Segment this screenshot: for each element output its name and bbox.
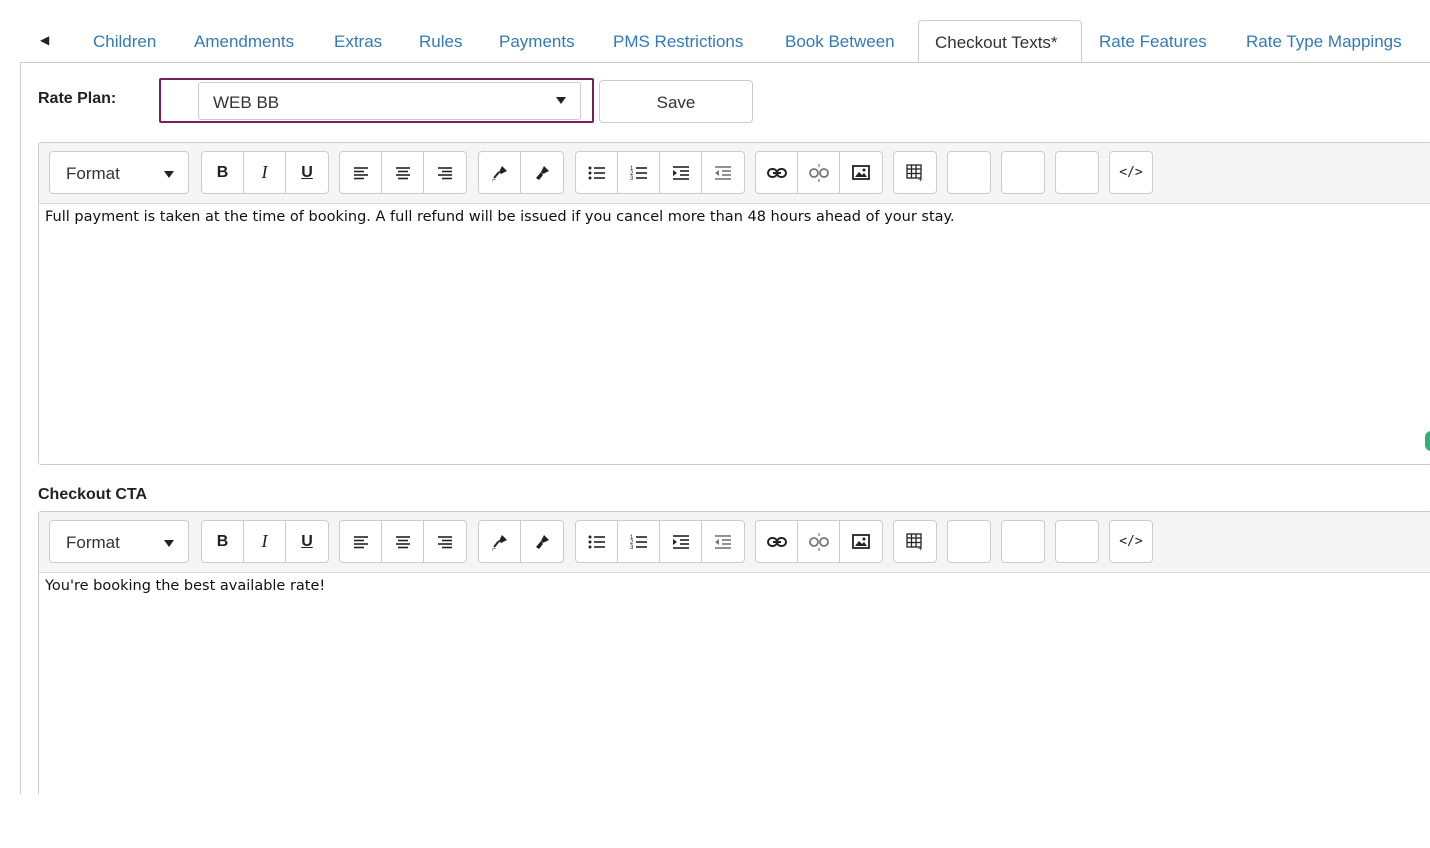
custom-button-2[interactable]	[1001, 151, 1045, 194]
paint-format-icon[interactable]: ⌐	[479, 521, 521, 562]
svg-text:+: +	[918, 544, 923, 551]
font-style-group: B I U	[201, 520, 329, 563]
svg-text:3: 3	[630, 176, 634, 181]
editor-toolbar: Format B I U ⌐ 123 + </>	[39, 512, 1430, 573]
tab-rate-features[interactable]: Rate Features	[1099, 20, 1207, 62]
tab-bar: ◀ Children Amendments Extras Rules Payme…	[0, 0, 1430, 64]
underline-icon[interactable]: U	[286, 152, 328, 193]
tab-children[interactable]: Children	[93, 20, 156, 62]
outdent-icon[interactable]	[702, 152, 744, 193]
table-icon[interactable]: +	[893, 151, 937, 194]
format-label: Format	[66, 533, 120, 552]
page-bottom-spacer	[0, 794, 1430, 848]
custom-button-1[interactable]	[947, 151, 991, 194]
bold-icon[interactable]: B	[202, 152, 244, 193]
alignment-group	[339, 151, 467, 194]
align-right-icon[interactable]	[424, 152, 466, 193]
format-dropdown[interactable]: Format	[49, 151, 189, 194]
italic-icon[interactable]: I	[244, 152, 286, 193]
svg-text:3: 3	[630, 545, 634, 550]
align-left-icon[interactable]	[340, 152, 382, 193]
align-center-icon[interactable]	[382, 521, 424, 562]
tab-book-between[interactable]: Book Between	[785, 20, 895, 62]
format-paint-group: ⌐	[478, 151, 564, 194]
rate-plan-select-focus-ring: WEB BB	[159, 78, 594, 123]
link-icon[interactable]	[756, 521, 798, 562]
clear-format-icon[interactable]	[521, 521, 563, 562]
paint-format-icon[interactable]: ⌐	[479, 152, 521, 193]
bullet-list-icon[interactable]	[576, 152, 618, 193]
tab-checkout-texts[interactable]: Checkout Texts*	[918, 20, 1082, 62]
align-right-icon[interactable]	[424, 521, 466, 562]
custom-button-3[interactable]	[1055, 520, 1099, 563]
chevron-down-icon	[164, 171, 174, 178]
list-group: 123	[575, 520, 745, 563]
tab-rules[interactable]: Rules	[419, 20, 462, 62]
outdent-icon[interactable]	[702, 521, 744, 562]
tab-amendments[interactable]: Amendments	[194, 20, 294, 62]
image-icon[interactable]	[840, 521, 882, 562]
font-style-group: B I U	[201, 151, 329, 194]
tab-extras[interactable]: Extras	[334, 20, 382, 62]
alignment-group	[339, 520, 467, 563]
checkout-text-editor: Format B I U ⌐ 123 + </> Full payment is…	[38, 142, 1430, 465]
tab-rate-type-mappings[interactable]: Rate Type Mappings	[1246, 20, 1402, 62]
svg-text:⌐: ⌐	[492, 546, 496, 551]
bullet-list-icon[interactable]	[576, 521, 618, 562]
custom-button-2[interactable]	[1001, 520, 1045, 563]
save-button[interactable]: Save	[599, 80, 753, 123]
code-view-icon[interactable]: </>	[1109, 151, 1153, 194]
checkout-cta-content[interactable]: You're booking the best available rate!	[45, 578, 1421, 594]
clear-format-icon[interactable]	[521, 152, 563, 193]
editor-toolbar: Format B I U ⌐ 123 + </>	[39, 143, 1430, 204]
checkout-cta-editor: Format B I U ⌐ 123 + </> You're booking …	[38, 511, 1430, 811]
bold-icon[interactable]: B	[202, 521, 244, 562]
svg-text:+: +	[918, 175, 923, 182]
code-view-icon[interactable]: </>	[1109, 520, 1153, 563]
rate-plan-selected-value: WEB BB	[213, 93, 280, 112]
numbered-list-icon[interactable]: 123	[618, 152, 660, 193]
tab-payments[interactable]: Payments	[499, 20, 575, 62]
tab-divider	[20, 62, 1430, 63]
format-paint-group: ⌐	[478, 520, 564, 563]
chevron-down-icon	[556, 97, 566, 104]
chevron-down-icon	[164, 540, 174, 547]
checkout-cta-label: Checkout CTA	[38, 486, 148, 503]
svg-text:⌐: ⌐	[492, 177, 496, 182]
indent-icon[interactable]	[660, 521, 702, 562]
image-icon[interactable]	[840, 152, 882, 193]
list-group: 123	[575, 151, 745, 194]
link-icon[interactable]	[756, 152, 798, 193]
insert-group	[755, 520, 883, 563]
indent-icon[interactable]	[660, 152, 702, 193]
format-dropdown[interactable]: Format	[49, 520, 189, 563]
align-center-icon[interactable]	[382, 152, 424, 193]
italic-icon[interactable]: I	[244, 521, 286, 562]
triangle-left-icon[interactable]: ◀	[40, 30, 56, 50]
numbered-list-icon[interactable]: 123	[618, 521, 660, 562]
rate-plan-select[interactable]: WEB BB	[198, 82, 581, 120]
align-left-icon[interactable]	[340, 521, 382, 562]
status-indicator	[1425, 431, 1430, 451]
panel-border	[20, 62, 21, 794]
custom-button-1[interactable]	[947, 520, 991, 563]
insert-group	[755, 151, 883, 194]
unlink-icon[interactable]	[798, 521, 840, 562]
underline-icon[interactable]: U	[286, 521, 328, 562]
table-icon[interactable]: +	[893, 520, 937, 563]
checkout-text-content[interactable]: Full payment is taken at the time of boo…	[45, 209, 1421, 225]
tab-pms-restrictions[interactable]: PMS Restrictions	[613, 20, 743, 62]
unlink-icon[interactable]	[798, 152, 840, 193]
format-label: Format	[66, 164, 120, 183]
rate-plan-label: Rate Plan:	[38, 90, 117, 107]
custom-button-3[interactable]	[1055, 151, 1099, 194]
